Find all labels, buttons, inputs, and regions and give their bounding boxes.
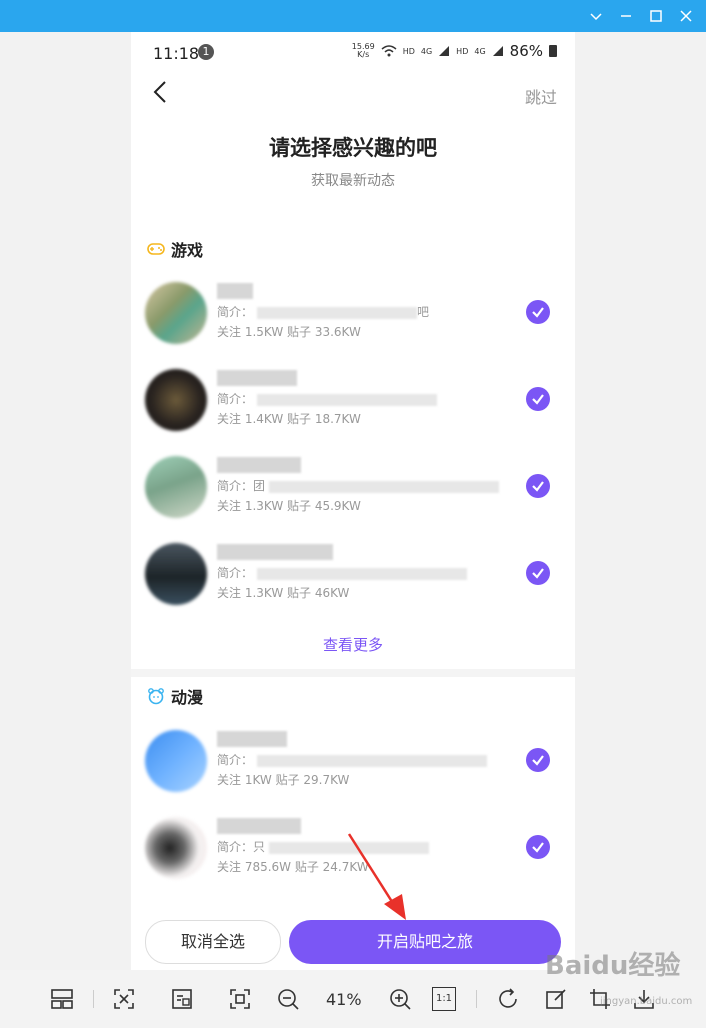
signal-icon [439,46,450,56]
bear-face-icon [148,688,164,705]
deselect-all-button[interactable]: 取消全选 [145,920,281,964]
list-item[interactable]: 简介：吧 关注 1.5KW 贴子 33.6KW [131,271,575,358]
forum-intro: 简介：吧 [217,305,430,319]
selected-check-icon[interactable] [526,300,550,324]
zoom-out-icon[interactable] [276,987,300,1011]
start-journey-button[interactable]: 开启贴吧之旅 [289,920,561,964]
avatar [145,369,207,431]
rotate-icon[interactable] [496,987,520,1011]
selected-check-icon[interactable] [526,748,550,772]
fit-cross-icon[interactable] [112,987,136,1011]
battery-icon [549,45,557,57]
signal-badge: 4G [420,46,433,56]
forum-stats: 关注 1KW 贴子 29.7KW [217,773,350,787]
selected-check-icon[interactable] [526,474,550,498]
gamepad-icon [147,243,165,255]
avatar [145,543,207,605]
page-subtitle: 获取最新动态 [311,173,395,189]
hd-badge: HD [456,46,469,56]
chevron-left-icon [153,81,166,103]
page-title: 请选择感兴趣的吧 [269,136,437,160]
selected-check-icon[interactable] [526,387,550,411]
edit-icon[interactable] [544,987,568,1011]
forum-stats: 关注 1.3KW 贴子 46KW [217,586,350,600]
actual-size-button[interactable]: 1:1 [432,987,456,1011]
toolbar-separator [93,990,94,1008]
watermark-logo: Baidu经验 [545,951,681,981]
status-bar: 11:18 1 15.69 K/s HD 4G HD 4G 86% [131,32,575,72]
fullscreen-icon[interactable] [228,987,252,1011]
forum-name-redacted [217,283,253,299]
forum-intro: 简介： [217,390,438,407]
section-header-games: 游戏 [147,237,203,261]
forum-stats: 关注 1.3KW 贴子 45.9KW [217,499,361,513]
forum-name-redacted [217,544,333,560]
avatar [145,817,207,879]
zoom-level: 41% [326,990,362,1009]
avatar [145,456,207,518]
net-speed: 15.69 K/s [351,42,375,59]
maximize-button[interactable] [646,6,666,26]
hd-badge: HD [402,46,415,56]
avatar [145,730,207,792]
forum-intro: 简介： [217,564,468,581]
forum-name-redacted [217,370,297,386]
status-indicators: 15.69 K/s HD 4G HD 4G 86% [352,42,557,60]
forum-intro: 简介：团 [217,477,500,494]
battery-percent: 86% [509,42,543,60]
forum-stats: 关注 1.5KW 贴子 33.6KW [217,325,361,339]
list-item[interactable]: 简介： 关注 1KW 贴子 29.7KW [131,719,575,806]
window-titlebar [0,0,706,32]
avatar [145,282,207,344]
annotation-arrow-icon [347,833,406,920]
section-title: 动漫 [171,688,204,707]
list-item[interactable]: 简介：团 关注 1.3KW 贴子 45.9KW [131,445,575,532]
forum-intro: 简介： [217,751,488,768]
forum-name-redacted [217,457,301,473]
layout-icon[interactable] [50,987,74,1011]
selected-check-icon[interactable] [526,561,550,585]
minimize-button[interactable] [616,6,636,26]
forum-stats: 关注 1.4KW 贴子 18.7KW [217,412,361,426]
section-header-anime: 动漫 [147,684,203,708]
status-time: 11:18 [153,44,200,63]
section-title: 游戏 [171,241,204,260]
back-button[interactable] [149,78,173,106]
wifi-icon [381,45,397,57]
section-divider [131,669,575,677]
zoom-in-icon[interactable] [388,987,412,1011]
signal-badge: 4G [474,46,486,56]
toolbar-separator [476,990,477,1008]
skip-button[interactable]: 跳过 [525,84,557,108]
notification-badge: 1 [198,44,214,60]
list-item[interactable]: 简介： 关注 1.4KW 贴子 18.7KW [131,358,575,445]
minimize-icon[interactable] [586,6,606,26]
show-more-link[interactable]: 查看更多 [131,634,575,655]
ocr-icon[interactable] [170,987,194,1011]
watermark-url: jingyan.baidu.com [600,996,693,1007]
selected-check-icon[interactable] [526,835,550,859]
list-item[interactable]: 简介： 关注 1.3KW 贴子 46KW [131,532,575,619]
forum-name-redacted [217,731,287,747]
close-button[interactable] [676,6,696,26]
forum-name-redacted [217,818,301,834]
signal-icon [492,46,503,56]
